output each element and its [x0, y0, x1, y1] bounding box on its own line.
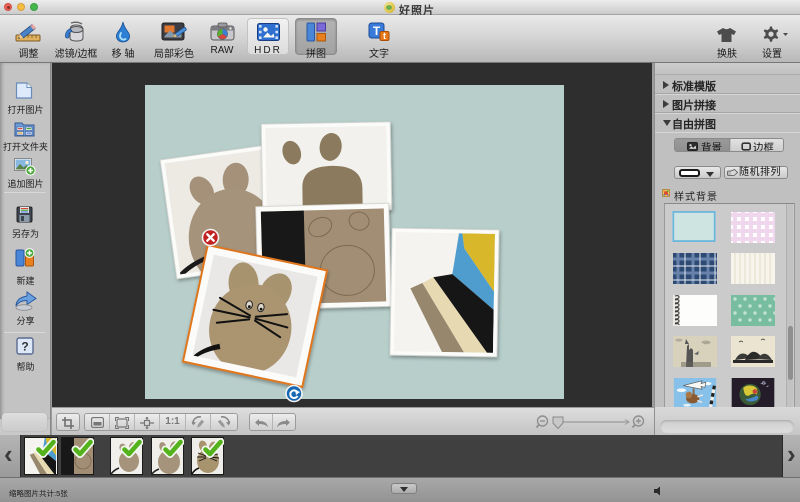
- svg-text:t: t: [383, 31, 386, 41]
- svg-text:?: ?: [21, 340, 28, 354]
